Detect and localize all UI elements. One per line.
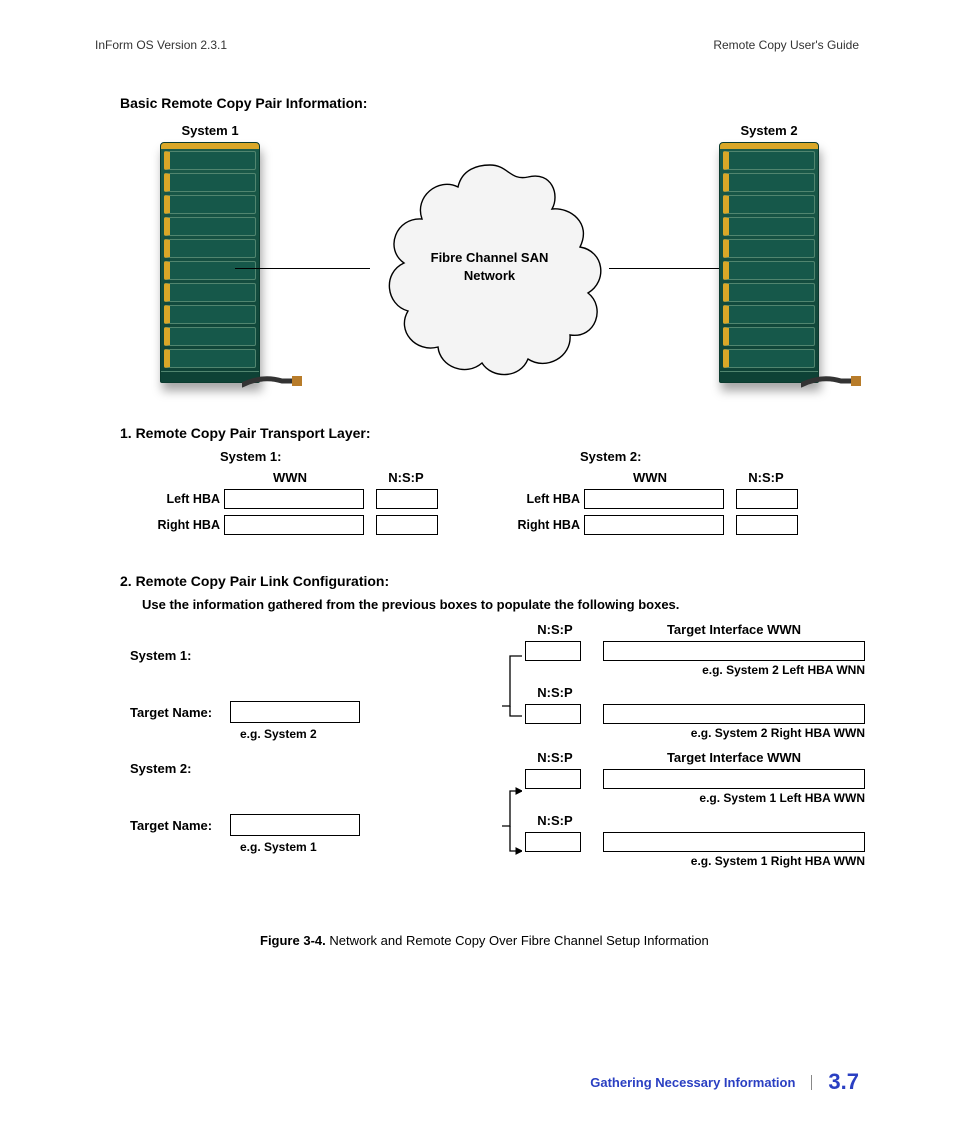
nsp-input[interactable]: [525, 832, 581, 852]
transport-grid: System 1: WWN N:S:P Left HBA Right HBA S…: [150, 449, 859, 541]
system2-label: System 2: [689, 123, 849, 138]
cable-icon: [242, 371, 302, 389]
nsp-input[interactable]: [736, 489, 798, 509]
wwn-input[interactable]: [224, 515, 364, 535]
target-name-input[interactable]: [230, 814, 360, 836]
nsp-input[interactable]: [525, 704, 581, 724]
col-nsp: N:S:P: [726, 470, 806, 485]
nsp-input[interactable]: [525, 641, 581, 661]
linkcfg-right: N:S:P Target Interface WWN e.g. System 2…: [525, 622, 865, 868]
figure-text: Network and Remote Copy Over Fibre Chann…: [326, 933, 709, 948]
eg-note: e.g. System 2 Right HBA WWN: [525, 726, 865, 740]
row-label: Left HBA: [510, 492, 584, 506]
row-label: Right HBA: [510, 518, 584, 532]
col-wwn: WWN: [220, 470, 360, 485]
cable-icon: [801, 371, 861, 389]
hdr-nsp: N:S:P: [525, 685, 585, 700]
wwn-input[interactable]: [603, 641, 865, 661]
linkcfg-instruction: Use the information gathered from the pr…: [142, 597, 859, 612]
hdr-wwn: Target Interface WWN: [603, 622, 865, 637]
network-cloud: Fibre Channel SAN Network: [360, 153, 620, 383]
table-row: Right HBA: [150, 515, 450, 535]
eg-note: e.g. System 2: [240, 727, 430, 741]
eg-note: e.g. System 2 Left HBA WNN: [525, 663, 865, 677]
table-row: Right HBA: [510, 515, 810, 535]
connector-line-left: [235, 268, 370, 269]
figure-number: Figure 3-4.: [260, 933, 326, 948]
linkcfg-title: 2. Remote Copy Pair Link Configuration:: [120, 573, 859, 589]
bracket-icon: [502, 636, 522, 896]
transport-title: 1. Remote Copy Pair Transport Layer:: [120, 425, 859, 441]
wwn-input[interactable]: [603, 769, 865, 789]
row-label: Left HBA: [150, 492, 224, 506]
table-row: Left HBA: [150, 489, 450, 509]
nsp-input[interactable]: [525, 769, 581, 789]
lc-sys2-label: System 2:: [130, 761, 430, 776]
wwn-input[interactable]: [224, 489, 364, 509]
hdr-nsp: N:S:P: [525, 750, 585, 765]
page-number: 3.7: [828, 1069, 859, 1095]
header-left: InForm OS Version 2.3.1: [95, 38, 227, 52]
nsp-input[interactable]: [736, 515, 798, 535]
transport-sys2: System 2: WWN N:S:P Left HBA Right HBA: [510, 449, 810, 541]
system2-block: System 2: [689, 123, 849, 383]
eg-note: e.g. System 1 Left HBA WWN: [525, 791, 865, 805]
basic-info-title: Basic Remote Copy Pair Information:: [120, 95, 859, 111]
col-wwn: WWN: [580, 470, 720, 485]
row-label: Right HBA: [150, 518, 224, 532]
transport-sys1: System 1: WWN N:S:P Left HBA Right HBA: [150, 449, 450, 541]
linkcfg-left: System 1: Target Name: e.g. System 2 Sys…: [130, 648, 430, 874]
wwn-input[interactable]: [584, 515, 724, 535]
topology-diagram: System 1 Fibre Cha: [120, 123, 859, 393]
page-header: InForm OS Version 2.3.1 Remote Copy User…: [95, 38, 859, 52]
eg-note: e.g. System 1 Right HBA WWN: [525, 854, 865, 868]
system1-block: System 1: [130, 123, 290, 383]
eg-note: e.g. System 1: [240, 840, 430, 854]
hdr-wwn: Target Interface WWN: [603, 750, 865, 765]
lc-sys1-label: System 1:: [130, 648, 430, 663]
footer-section: Gathering Necessary Information: [590, 1075, 812, 1090]
wwn-input[interactable]: [603, 832, 865, 852]
wwn-input[interactable]: [584, 489, 724, 509]
target-name-input[interactable]: [230, 701, 360, 723]
target-name-label: Target Name:: [130, 705, 230, 720]
nsp-input[interactable]: [376, 515, 438, 535]
system1-label: System 1: [130, 123, 290, 138]
target-name-label: Target Name:: [130, 818, 230, 833]
page-content: Basic Remote Copy Pair Information: Syst…: [120, 95, 859, 1045]
server-rack-icon: [160, 142, 260, 383]
cloud-label: Fibre Channel SAN Network: [360, 249, 620, 284]
header-right: Remote Copy User's Guide: [713, 38, 859, 52]
hdr-nsp: N:S:P: [525, 813, 585, 828]
table-row: Left HBA: [510, 489, 810, 509]
transport-sys2-name: System 2:: [580, 449, 810, 464]
figure-caption: Figure 3-4. Network and Remote Copy Over…: [260, 933, 709, 948]
link-config-area: System 1: Target Name: e.g. System 2 Sys…: [130, 628, 859, 908]
nsp-input[interactable]: [376, 489, 438, 509]
wwn-input[interactable]: [603, 704, 865, 724]
transport-sys1-name: System 1:: [220, 449, 450, 464]
col-nsp: N:S:P: [366, 470, 446, 485]
page-footer: Gathering Necessary Information 3.7: [590, 1069, 859, 1095]
hdr-nsp: N:S:P: [525, 622, 585, 637]
server-rack-icon: [719, 142, 819, 383]
